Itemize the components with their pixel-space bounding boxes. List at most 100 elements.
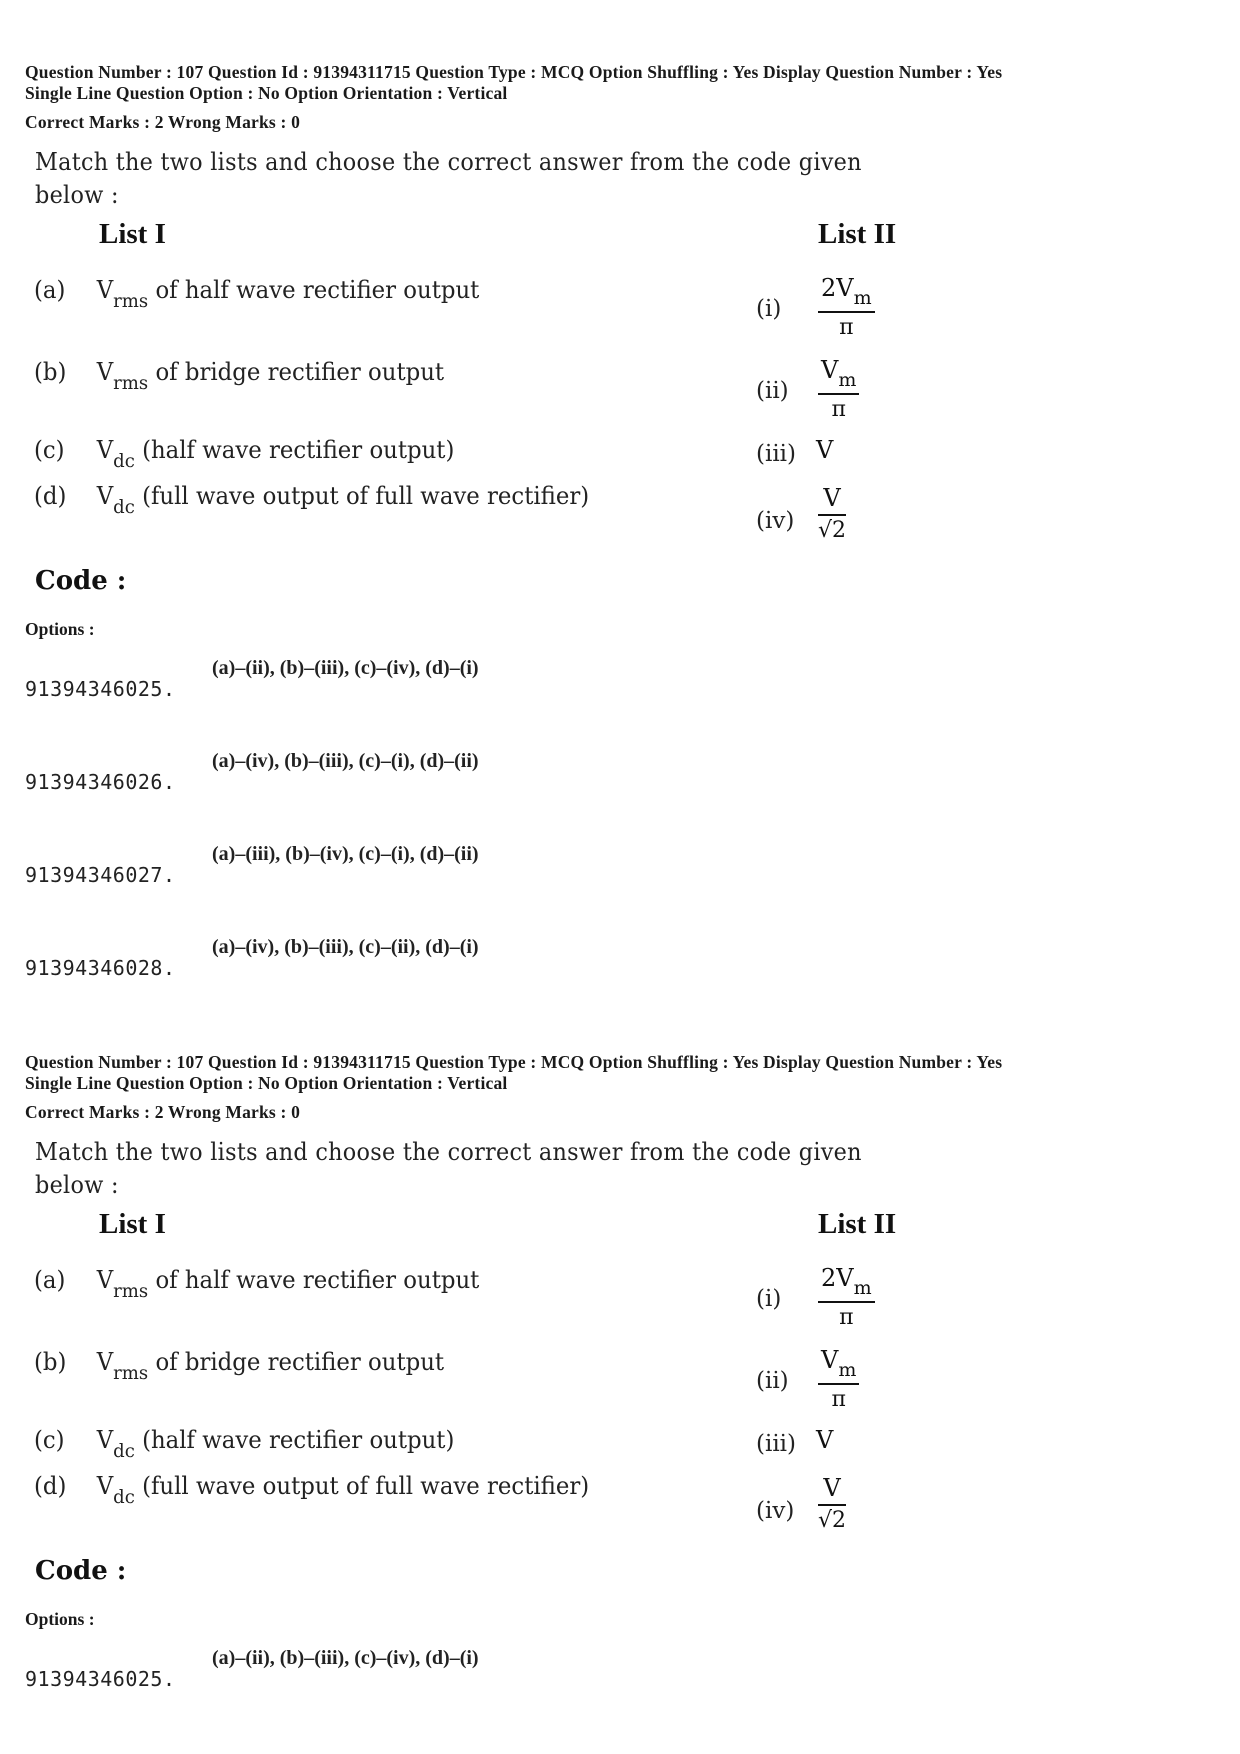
item-text: of half wave rectifier output — [148, 1266, 480, 1294]
item-text: (full wave output of full wave rectifier… — [134, 1472, 590, 1500]
option-id[interactable]: 91394346025. — [25, 677, 176, 701]
numerator-subscript: m — [838, 1359, 857, 1381]
item-symbol: V — [96, 358, 114, 386]
question-stem-line-2: below : — [35, 181, 119, 209]
list-1-item-d: (d) Vdc (full wave output of full wave re… — [34, 482, 589, 518]
question-meta-line-2: Single Line Question Option : No Option … — [25, 83, 508, 103]
option-id[interactable]: 91394346025. — [25, 1667, 176, 1691]
option-text[interactable]: (a)–(iii), (b)–(iv), (c)–(i), (d)–(ii) — [212, 843, 479, 866]
code-heading: Code : — [35, 1556, 127, 1586]
question-stem-line-2: below : — [35, 1171, 119, 1199]
list-1-item-b: (b) Vrms of bridge rectifier output — [34, 358, 444, 394]
numerator-text: V — [823, 484, 841, 512]
list-1-item-b: (b) Vrms of bridge rectifier output — [34, 1348, 444, 1384]
list-2-label-iv: (iv) — [756, 508, 795, 534]
list-2-value-iii: V — [816, 1426, 834, 1454]
list-1-title: List I — [99, 1208, 166, 1240]
numerator-text: V — [821, 356, 839, 384]
question-meta-line-1: Question Number : 107 Question Id : 9139… — [25, 1052, 1003, 1072]
list-1-item-d: (d) Vdc (full wave output of full wave re… — [34, 1472, 589, 1508]
numerator-text: V — [823, 1474, 841, 1502]
list-2-title: List II — [818, 218, 897, 250]
item-subscript: rms — [113, 1280, 149, 1302]
question-stem-line-1: Match the two lists and choose the corre… — [35, 148, 862, 176]
item-label: (b) — [34, 358, 67, 386]
list-2-label-iii: (iii) — [756, 1431, 797, 1457]
fraction-denominator: π — [831, 1387, 846, 1412]
item-subscript: dc — [113, 450, 135, 472]
item-symbol: V — [96, 1472, 114, 1500]
numerator-subscript: m — [853, 1277, 872, 1299]
option-id[interactable]: 91394346028. — [25, 956, 176, 980]
item-symbol: V — [96, 1266, 114, 1294]
fraction-numerator: Vm — [818, 1346, 860, 1385]
item-label: (c) — [34, 436, 65, 464]
numerator-subscript: m — [838, 369, 857, 391]
item-label: (a) — [34, 1266, 66, 1294]
option-text[interactable]: (a)–(ii), (b)–(iii), (c)–(iv), (d)–(i) — [212, 1647, 479, 1670]
item-subscript: rms — [113, 372, 149, 394]
numerator-text: 2V — [821, 1264, 854, 1292]
item-subscript: dc — [113, 1440, 135, 1462]
item-label: (d) — [34, 1472, 67, 1500]
list-2-fraction-ii: Vm π — [818, 1346, 860, 1412]
item-text: of bridge rectifier output — [148, 358, 445, 386]
list-1-item-c: (c) Vdc (half wave rectifier output) — [34, 1426, 454, 1462]
code-heading: Code : — [35, 566, 127, 596]
item-text: of bridge rectifier output — [148, 1348, 445, 1376]
list-2-label-ii: (ii) — [756, 378, 789, 404]
list-2-label-i: (i) — [756, 296, 782, 322]
fraction-denominator: π — [839, 315, 854, 340]
list-1-item-c: (c) Vdc (half wave rectifier output) — [34, 436, 454, 472]
fraction-numerator: 2Vm — [818, 1264, 875, 1303]
fraction-denominator: π — [831, 397, 846, 422]
question-stem-line-1: Match the two lists and choose the corre… — [35, 1138, 862, 1166]
list-2-label-iv: (iv) — [756, 1498, 795, 1524]
list-2-label-iii: (iii) — [756, 441, 797, 467]
item-text: (full wave output of full wave rectifier… — [134, 482, 590, 510]
list-2-fraction-iv: V √2 — [818, 484, 847, 543]
numerator-subscript: m — [853, 287, 872, 309]
option-id[interactable]: 91394346027. — [25, 863, 176, 887]
item-subscript: dc — [113, 1486, 135, 1508]
list-2-label-ii: (ii) — [756, 1368, 789, 1394]
list-2-title: List II — [818, 1208, 897, 1240]
item-symbol: V — [96, 1426, 114, 1454]
question-meta-line-1: Question Number : 107 Question Id : 9139… — [25, 62, 1003, 82]
marks-line: Correct Marks : 2 Wrong Marks : 0 — [25, 1102, 301, 1122]
fraction-denominator: √2 — [818, 518, 847, 543]
fraction-numerator: V — [818, 1474, 847, 1506]
option-text[interactable]: (a)–(iv), (b)–(iii), (c)–(ii), (d)–(i) — [212, 936, 479, 959]
question-meta-line-2: Single Line Question Option : No Option … — [25, 1073, 508, 1093]
options-label: Options : — [25, 1609, 95, 1629]
list-2-fraction-ii: Vm π — [818, 356, 860, 422]
item-symbol: V — [96, 1348, 114, 1376]
options-label: Options : — [25, 619, 95, 639]
fraction-numerator: Vm — [818, 356, 860, 395]
list-2-fraction-i: 2Vm π — [818, 274, 875, 340]
fraction-numerator: 2Vm — [818, 274, 875, 313]
fraction-numerator: V — [818, 484, 847, 516]
option-text[interactable]: (a)–(ii), (b)–(iii), (c)–(iv), (d)–(i) — [212, 657, 479, 680]
item-text: (half wave rectifier output) — [134, 436, 455, 464]
item-text: of half wave rectifier output — [148, 276, 480, 304]
fraction-denominator: √2 — [818, 1508, 847, 1533]
item-label: (b) — [34, 1348, 67, 1376]
numerator-text: 2V — [821, 274, 854, 302]
list-2-label-i: (i) — [756, 1286, 782, 1312]
item-subscript: dc — [113, 496, 135, 518]
item-symbol: V — [96, 482, 114, 510]
list-1-title: List I — [99, 218, 166, 250]
option-id[interactable]: 91394346026. — [25, 770, 176, 794]
item-text: (half wave rectifier output) — [134, 1426, 455, 1454]
numerator-text: V — [821, 1346, 839, 1374]
marks-line: Correct Marks : 2 Wrong Marks : 0 — [25, 112, 301, 132]
item-label: (c) — [34, 1426, 65, 1454]
item-label: (d) — [34, 482, 67, 510]
option-text[interactable]: (a)–(iv), (b)–(iii), (c)–(i), (d)–(ii) — [212, 750, 479, 773]
list-2-fraction-iv: V √2 — [818, 1474, 847, 1533]
item-symbol: V — [96, 436, 114, 464]
item-symbol: V — [96, 276, 114, 304]
list-1-item-a: (a) Vrms of half wave rectifier output — [34, 1266, 479, 1302]
list-2-value-iii: V — [816, 436, 834, 464]
